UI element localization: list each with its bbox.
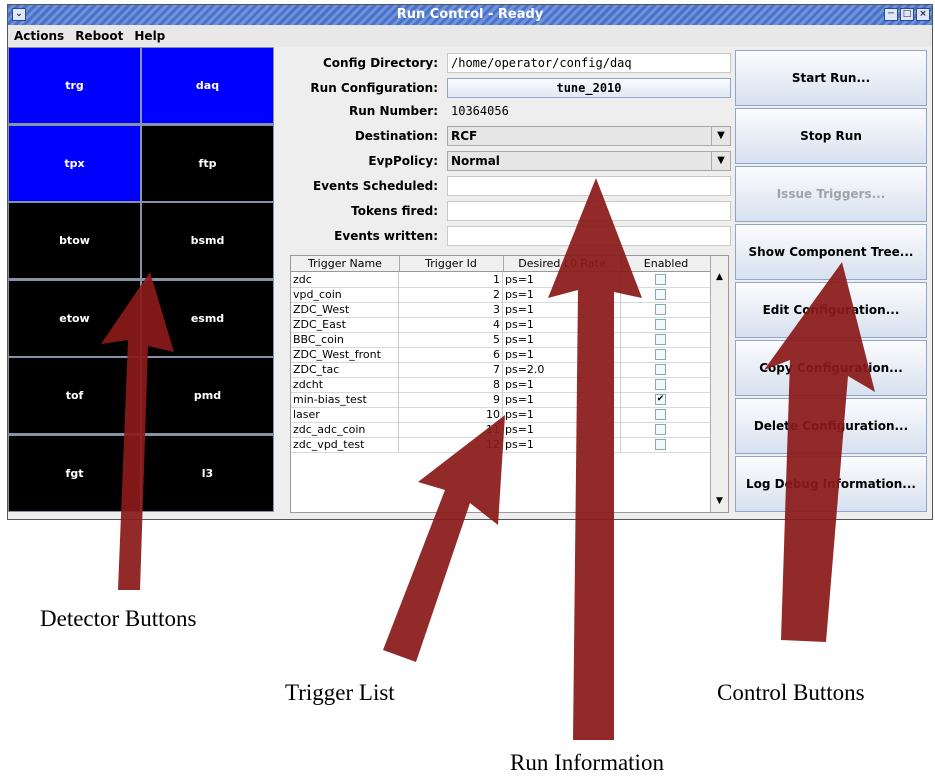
arrow-run-information [548, 178, 642, 740]
annotation-arrows [101, 178, 875, 740]
arrow-trigger-list [383, 415, 505, 662]
arrow-control-buttons [764, 262, 875, 642]
caption-detector-buttons: Detector Buttons [40, 606, 197, 631]
arrow-detector-buttons [101, 272, 174, 590]
caption-control-buttons: Control Buttons [717, 680, 865, 705]
caption-run-information: Run Information [510, 750, 664, 775]
caption-trigger-list: Trigger List [285, 680, 395, 705]
